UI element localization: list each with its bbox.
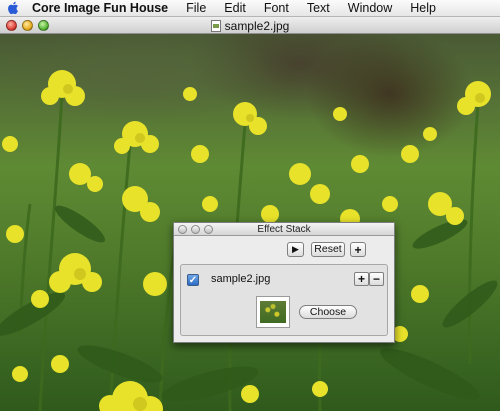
- play-icon: ▶: [292, 244, 299, 254]
- panel-close-button[interactable]: [178, 225, 187, 234]
- menu-edit[interactable]: Edit: [215, 0, 255, 17]
- add-layer-button[interactable]: +: [354, 272, 369, 286]
- window-title-text: sample2.jpg: [224, 18, 290, 33]
- document-icon: [210, 19, 221, 32]
- effect-stack-panel: Effect Stack ▶ Reset + ✓ sample2.jpg + −…: [173, 222, 395, 343]
- menu-help[interactable]: Help: [401, 0, 445, 17]
- menu-text[interactable]: Text: [298, 0, 339, 17]
- document-window: sample2.jpg: [0, 17, 500, 411]
- panel-zoom-button[interactable]: [204, 225, 213, 234]
- menu-window[interactable]: Window: [339, 0, 401, 17]
- panel-title: Effect Stack: [257, 224, 311, 235]
- effect-stack-titlebar[interactable]: Effect Stack: [174, 223, 394, 236]
- effect-layer-box: ✓ sample2.jpg + − Choose: [180, 264, 388, 336]
- remove-layer-button[interactable]: −: [369, 272, 384, 286]
- window-title: sample2.jpg: [0, 17, 500, 34]
- reset-button[interactable]: Reset: [311, 242, 345, 257]
- choose-button[interactable]: Choose: [299, 305, 357, 319]
- menu-font[interactable]: Font: [255, 0, 298, 17]
- panel-minimize-button[interactable]: [191, 225, 200, 234]
- menu-file[interactable]: File: [177, 0, 215, 17]
- panel-window-controls: [178, 225, 213, 234]
- add-filter-button[interactable]: +: [350, 242, 366, 257]
- effect-enabled-checkbox[interactable]: ✓: [187, 274, 199, 286]
- window-titlebar[interactable]: sample2.jpg: [0, 17, 500, 34]
- play-button[interactable]: ▶: [287, 242, 304, 257]
- effect-layer-name: sample2.jpg: [211, 273, 271, 285]
- apple-logo-icon[interactable]: [0, 0, 26, 17]
- image-thumbnail[interactable]: [256, 296, 290, 328]
- menu-bar: Core Image Fun House File Edit Font Text…: [0, 0, 500, 17]
- thumbnail-image: [260, 301, 286, 323]
- menu-app-name[interactable]: Core Image Fun House: [26, 0, 177, 17]
